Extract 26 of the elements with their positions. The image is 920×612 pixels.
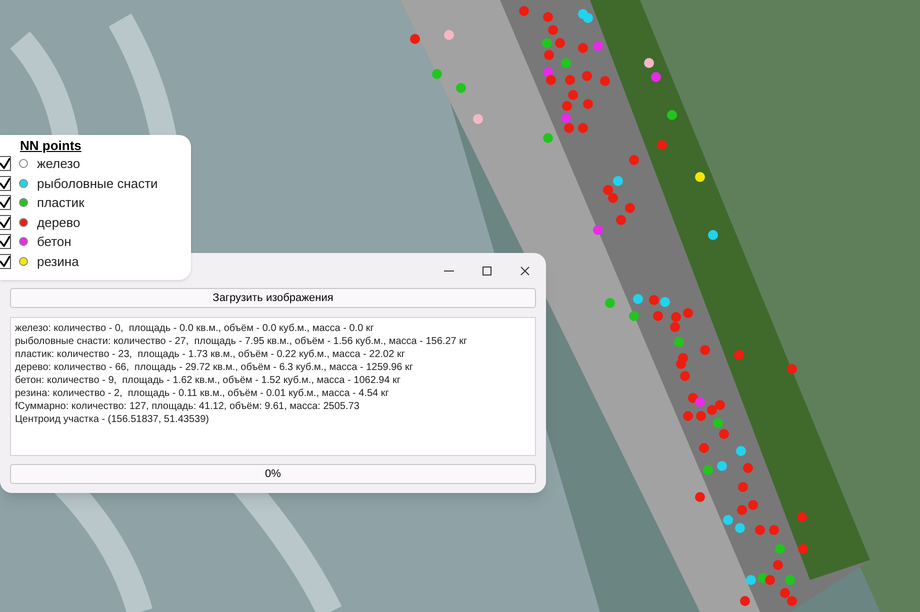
output-line: дерево: количество - 66, площадь - 29.72 кв.м., объём - 6.3 куб.м., масса - 1259.96 кг [15,361,414,374]
checkbox[interactable] [0,195,11,210]
legend-label: пластик [37,194,84,212]
output-line: пластик: количество - 23, площадь - 1.73 кв.м., объём - 0.22 куб.м., масса - 22.02 кг [15,348,405,361]
output-line: железо: количество - 0, площадь - 0.0 кв.м., объём - 0.0 куб.м., масса - 0.0 кг [15,322,374,335]
legend-title: NN points [20,138,82,154]
progress-label: 0% [265,466,281,482]
load-images-button[interactable]: Загрузить изображения [10,288,536,308]
output-line: Центроид участка - (156.51837, 51.43539) [15,413,209,426]
legend-label: резина [37,252,79,271]
checkbox[interactable] [0,254,11,269]
output-line: рыболовные снасти: количество - 27, площадь - 7.95 кв.м., объём - 1.56 куб.м., масса - 156.27 кг [15,335,468,348]
legend-label: дерево [37,214,80,232]
output-line: fСуммарно: количество: 127, площадь: 41.12, объём: 9.61, масса: 2505.73 [15,400,360,413]
output-line: бетон: количество - 9, площадь - 1.62 кв.м., объём - 1.52 куб.м., масса - 1062.94 кг [15,374,401,387]
maximize-icon[interactable] [482,266,492,276]
legend-label: железо [37,155,80,173]
checkbox[interactable] [0,156,11,172]
legend-label: рыболовные снасти [37,174,158,193]
legend-label: бетон [37,233,72,251]
output-text-area[interactable] [10,317,536,456]
checkbox[interactable] [0,214,11,230]
checkbox[interactable] [0,176,11,191]
output-line: резина: количество - 2, площадь - 0.11 кв.м., объём - 0.01 куб.м., масса - 4.54 кг [15,387,389,400]
checkbox[interactable] [0,234,11,250]
close-icon[interactable] [520,266,530,276]
